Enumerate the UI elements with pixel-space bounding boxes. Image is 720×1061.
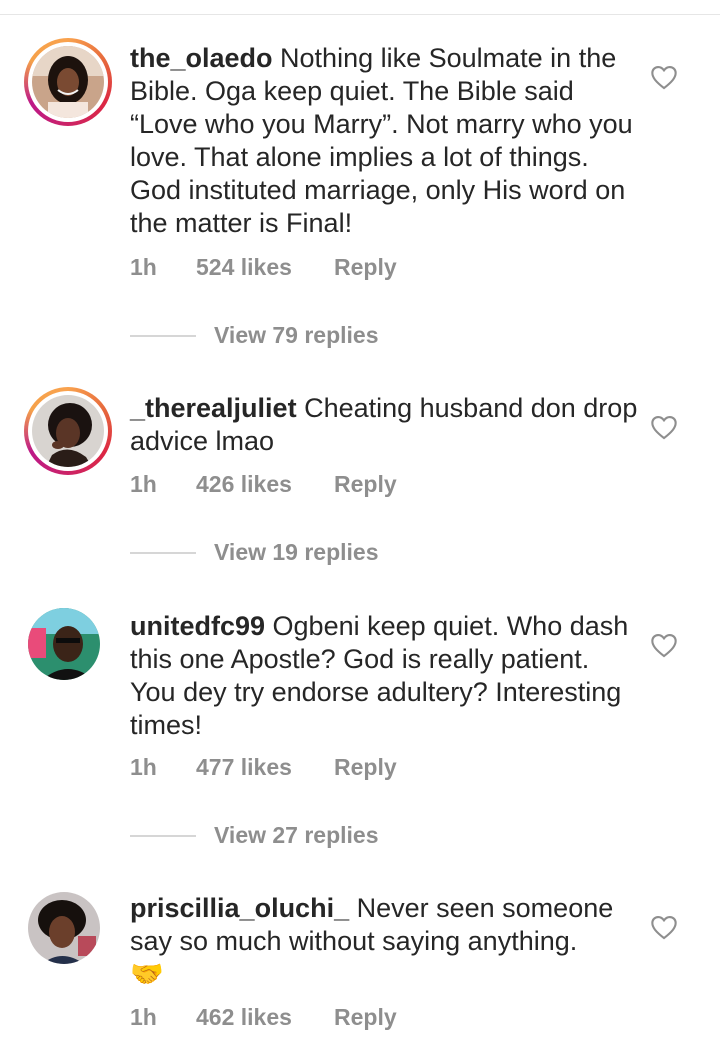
comment-likes[interactable]: 426 likes <box>196 471 334 498</box>
reply-button[interactable]: Reply <box>334 754 397 781</box>
comment-time: 1h <box>130 254 157 280</box>
heart-outline-icon[interactable] <box>650 414 678 440</box>
avatar[interactable] <box>24 387 112 475</box>
comment-username[interactable]: the_olaedo <box>130 43 273 73</box>
heart-outline-icon[interactable] <box>650 914 678 940</box>
view-replies-label: View 79 replies <box>214 322 379 348</box>
view-replies-line <box>130 551 196 554</box>
handshake-emoji-icon: 🤝 <box>130 959 164 989</box>
reply-button[interactable]: Reply <box>334 471 397 498</box>
view-replies-label: View 27 replies <box>214 822 379 848</box>
comment-meta: 1h 462 likes Reply <box>130 1004 397 1031</box>
comment-meta: 1h 524 likes Reply <box>130 254 397 281</box>
comment-text: unitedfc99 Ogbeni keep quiet. Who dash t… <box>130 610 640 742</box>
avatar[interactable] <box>24 604 112 692</box>
heart-outline-icon[interactable] <box>650 632 678 658</box>
view-replies-button[interactable]: View 27 replies <box>130 822 379 849</box>
comment-likes[interactable]: 524 likes <box>196 254 334 281</box>
avatar[interactable] <box>24 888 112 976</box>
heart-outline-icon[interactable] <box>650 64 678 90</box>
view-replies-button[interactable]: View 19 replies <box>130 539 379 566</box>
comment-username[interactable]: priscillia_oluchi_ <box>130 893 349 923</box>
comment-meta: 1h 426 likes Reply <box>130 471 397 498</box>
view-replies-line <box>130 334 196 337</box>
comment-time: 1h <box>130 471 157 497</box>
comment-username[interactable]: _therealjuliet <box>130 393 297 423</box>
comment-likes[interactable]: 462 likes <box>196 1004 334 1031</box>
comment-text: priscillia_oluchi_ Never seen someone sa… <box>130 892 640 991</box>
view-replies-button[interactable]: View 79 replies <box>130 322 379 349</box>
comment-meta: 1h 477 likes Reply <box>130 754 397 781</box>
avatar[interactable] <box>24 38 112 126</box>
top-divider <box>0 14 720 15</box>
view-replies-line <box>130 834 196 837</box>
view-replies-label: View 19 replies <box>214 539 379 565</box>
comment-time: 1h <box>130 1004 157 1030</box>
comment-likes[interactable]: 477 likes <box>196 754 334 781</box>
reply-button[interactable]: Reply <box>334 254 397 281</box>
comment-text: the_olaedo Nothing like Soulmate in the … <box>130 42 640 240</box>
comment-text: _therealjuliet Cheating husband don drop… <box>130 392 640 458</box>
reply-button[interactable]: Reply <box>334 1004 397 1031</box>
comment-time: 1h <box>130 754 157 780</box>
comment-username[interactable]: unitedfc99 <box>130 611 265 641</box>
